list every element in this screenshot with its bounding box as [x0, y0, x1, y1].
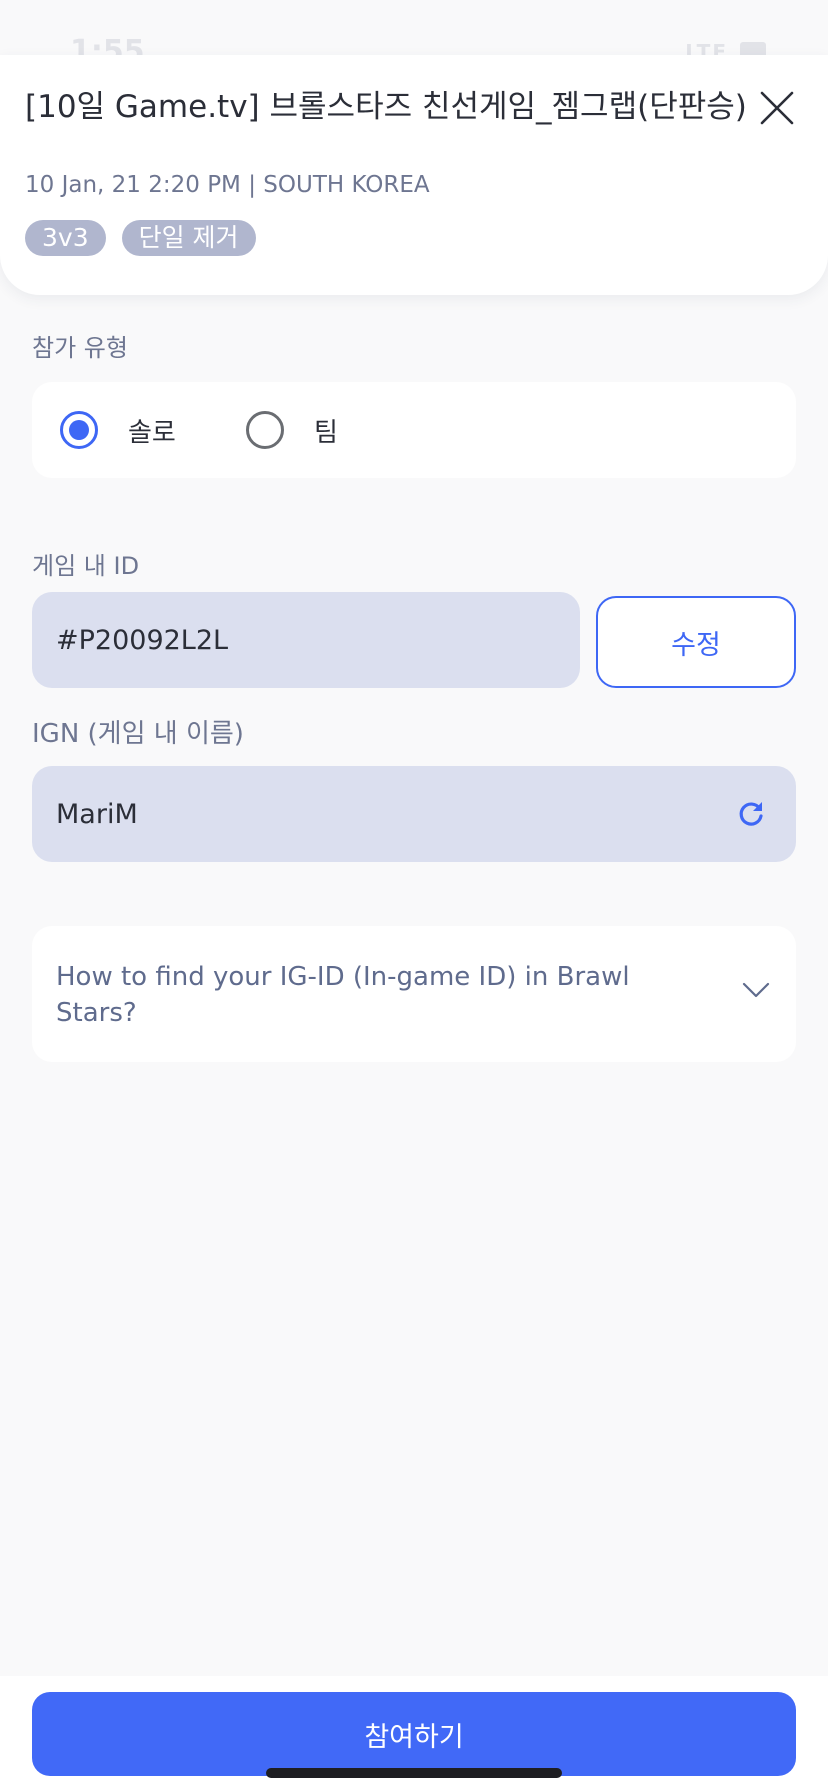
refresh-icon[interactable]: [736, 799, 766, 829]
radio-option-solo[interactable]: 솔로: [60, 382, 176, 478]
game-id-label: 게임 내 ID: [32, 552, 140, 580]
game-id-field[interactable]: #P20092L2L: [32, 592, 580, 688]
close-icon: [760, 91, 794, 125]
chevron-down-icon: [742, 982, 770, 998]
bottom-action-bar: 참여하기: [0, 1676, 828, 1792]
help-accordion[interactable]: How to find your IG-ID (In-game ID) in B…: [32, 926, 796, 1062]
game-id-value: #P20092L2L: [56, 624, 229, 656]
tournament-title: [10일 Game.tv] 브롤스타즈 친선게임_젬그랩(단판승): [25, 89, 745, 125]
ign-field[interactable]: MariM: [32, 766, 796, 862]
tournament-join-screen: 1:55 LTE [10일 Game.tv] 브롤스타즈 친선게임_젬그랩(단판…: [0, 0, 828, 1792]
ign-value: MariM: [56, 798, 138, 830]
radio-option-team[interactable]: 팀: [246, 382, 338, 478]
radio-unselected-icon: [246, 411, 284, 449]
radio-label-solo: 솔로: [128, 417, 176, 448]
participation-type-group: 솔로 팀: [32, 382, 796, 478]
status-bar: 1:55 LTE: [0, 0, 828, 69]
close-button[interactable]: [752, 83, 802, 133]
radio-label-team: 팀: [314, 417, 338, 448]
tag-format: 3v3: [25, 220, 106, 256]
ign-label: IGN (게임 내 이름): [32, 719, 244, 749]
radio-selected-icon: [60, 411, 98, 449]
tag-list: 3v3 단일 제거: [25, 220, 256, 256]
join-button[interactable]: 참여하기: [32, 1692, 796, 1776]
help-question: How to find your IG-ID (In-game ID) in B…: [56, 962, 630, 1028]
edit-id-button[interactable]: 수정: [596, 596, 796, 688]
participation-type-label: 참가 유형: [32, 334, 128, 362]
event-datetime-location: 10 Jan, 21 2:20 PM | SOUTH KOREA: [25, 172, 430, 198]
tournament-header: [10일 Game.tv] 브롤스타즈 친선게임_젬그랩(단판승) 10 Jan…: [0, 55, 828, 295]
home-indicator[interactable]: [266, 1768, 562, 1778]
tag-elimination: 단일 제거: [121, 220, 256, 256]
